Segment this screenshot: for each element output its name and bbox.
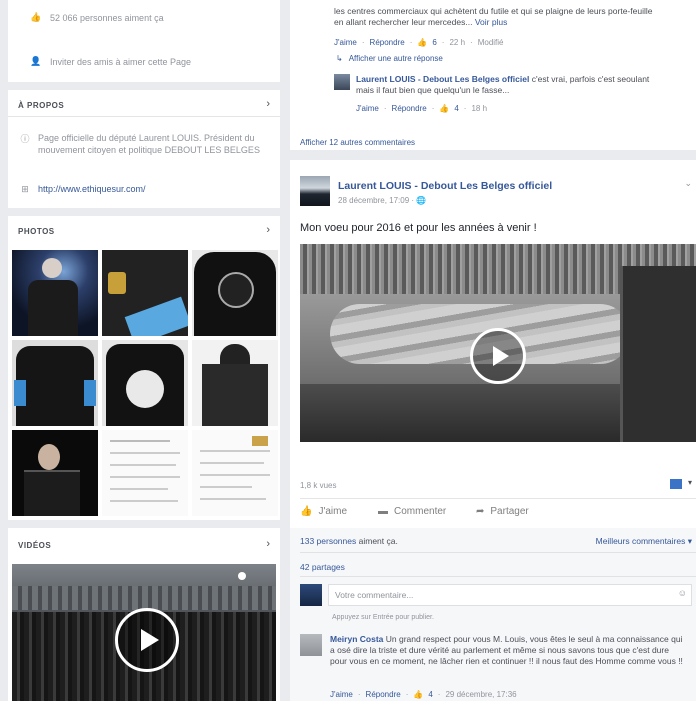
comment-thread-card: les centres commerciaux qui achètent du … bbox=[290, 0, 696, 150]
comment-time: 22 h bbox=[449, 38, 466, 47]
photos-title: PHOTOS bbox=[18, 227, 55, 236]
like-button[interactable]: 👍 J'aime bbox=[300, 506, 347, 517]
like-link[interactable]: J'aime bbox=[356, 104, 379, 113]
commenter-avatar[interactable] bbox=[300, 634, 322, 656]
emoji-icon[interactable]: ☺ bbox=[678, 588, 687, 598]
globe-icon: ⊞ bbox=[21, 184, 29, 194]
thumbs-up-icon: 👍 bbox=[413, 690, 424, 699]
page-likes-card: 👍 52 066 personnes aiment ça 👤 Inviter d… bbox=[8, 0, 280, 82]
sort-comments-dropdown[interactable]: Meilleurs commentaires ▾ bbox=[596, 536, 692, 547]
info-icon: ⓘ bbox=[20, 134, 30, 144]
reply-time: 18 h bbox=[471, 104, 488, 113]
comment-snippet: les centres commerciaux qui achètent du … bbox=[334, 6, 653, 27]
reply-avatar[interactable] bbox=[334, 74, 350, 90]
post-author[interactable]: Laurent LOUIS - Debout Les Belges offici… bbox=[338, 180, 552, 192]
caret-down-icon[interactable]: ▾ bbox=[688, 478, 692, 487]
about-description: Page officielle du député Laurent LOUIS.… bbox=[38, 133, 260, 155]
see-more-link[interactable]: Voir plus bbox=[475, 17, 508, 27]
share-arrow-icon: ➦ bbox=[476, 506, 485, 517]
like-count: 6 bbox=[432, 38, 437, 47]
like-link[interactable]: J'aime bbox=[334, 38, 357, 47]
comment-text: Un grand respect pour vous M. Louis, vou… bbox=[330, 634, 683, 666]
video-settings-icon[interactable] bbox=[670, 479, 682, 489]
chevron-right-icon[interactable]: › bbox=[266, 538, 270, 550]
reply-author[interactable]: Laurent LOUIS - Debout Les Belges offici… bbox=[356, 74, 529, 84]
photo-thumbnail[interactable] bbox=[12, 340, 98, 426]
likes-count-text: 52 066 personnes aiment ça bbox=[50, 12, 164, 23]
photo-thumbnail[interactable] bbox=[12, 250, 98, 336]
reply-link[interactable]: Répondre bbox=[370, 38, 405, 47]
post-card: Laurent LOUIS - Debout Les Belges offici… bbox=[290, 160, 696, 701]
post-video[interactable] bbox=[300, 244, 696, 442]
play-icon[interactable] bbox=[115, 608, 179, 672]
comment: Meiryn Costa Un grand respect pour vous … bbox=[330, 634, 686, 667]
more-comments-link[interactable]: Afficher 12 autres commentaires bbox=[300, 138, 415, 147]
reply-comment: Laurent LOUIS - Debout Les Belges offici… bbox=[356, 74, 656, 96]
reply-link[interactable]: Répondre bbox=[392, 104, 427, 113]
website-link[interactable]: http://www.ethiquesur.com/ bbox=[38, 184, 146, 194]
show-reply-link[interactable]: ↳ Afficher une autre réponse bbox=[336, 54, 443, 63]
person-add-icon: 👤 bbox=[30, 56, 42, 66]
post-text: Mon voeu pour 2016 et pour les années à … bbox=[300, 222, 537, 234]
reply-link[interactable]: Répondre bbox=[366, 690, 401, 699]
chevron-right-icon[interactable]: › bbox=[266, 98, 270, 110]
comment-input[interactable]: Votre commentaire... ☺ bbox=[328, 584, 692, 606]
photo-thumbnail[interactable] bbox=[102, 430, 188, 516]
invite-row[interactable]: 👤 Inviter des amis à aimer cette Page bbox=[30, 56, 191, 67]
thumbs-up-icon: 👍 bbox=[439, 104, 450, 113]
videos-title: VIDÉOS bbox=[18, 541, 52, 550]
comment-time: 29 décembre, 17:36 bbox=[445, 690, 517, 699]
like-link[interactable]: J'aime bbox=[330, 690, 353, 699]
post-options-chevron-icon[interactable]: ⌄ bbox=[684, 178, 692, 189]
likes-suffix: aiment ça. bbox=[358, 536, 398, 546]
photos-card: PHOTOS › bbox=[8, 216, 280, 520]
photo-thumbnail[interactable] bbox=[102, 340, 188, 426]
thumbs-up-icon: 👍 bbox=[300, 506, 313, 517]
enter-to-post-hint: Appuyez sur Entrée pour publier. bbox=[332, 614, 434, 621]
videos-card: VIDÉOS › bbox=[8, 528, 280, 701]
comment-actions: J'aime · Répondre · 👍 4 · 29 décembre, 17:3… bbox=[330, 690, 517, 699]
thumbs-up-icon: 👍 bbox=[30, 12, 42, 22]
invite-friends-link[interactable]: Inviter des amis à aimer cette Page bbox=[50, 57, 191, 67]
shares-count[interactable]: 42 partages bbox=[300, 562, 345, 572]
video-views: 1,8 k vues bbox=[300, 481, 337, 490]
reply-arrow-icon: ↳ bbox=[336, 54, 343, 63]
comment-author[interactable]: Meiryn Costa bbox=[330, 634, 383, 644]
public-globe-icon: 🌐 bbox=[416, 196, 427, 205]
chevron-right-icon[interactable]: › bbox=[266, 224, 270, 236]
current-user-avatar bbox=[300, 584, 322, 606]
photo-thumbnail[interactable] bbox=[192, 250, 278, 336]
about-card: À PROPOS › ⓘ Page officielle du député L… bbox=[8, 90, 280, 208]
photo-thumbnail[interactable] bbox=[192, 430, 278, 516]
post-author-avatar[interactable] bbox=[300, 176, 330, 206]
photo-thumbnail[interactable] bbox=[102, 250, 188, 336]
about-title: À PROPOS bbox=[18, 101, 65, 110]
photo-thumbnail[interactable] bbox=[12, 430, 98, 516]
likes-summary: 133 personnes aiment ça. bbox=[300, 536, 398, 546]
likes-count-link[interactable]: 133 personnes bbox=[300, 536, 356, 546]
video-thumbnail[interactable] bbox=[12, 564, 276, 701]
comment-actions: J'aime · Répondre · 👍 6 · 22 h · Modifié bbox=[334, 38, 504, 47]
edited-label: Modifié bbox=[477, 38, 504, 47]
like-count: 4 bbox=[428, 690, 433, 699]
share-button[interactable]: ➦ Partager bbox=[476, 506, 529, 517]
photo-thumbnail[interactable] bbox=[192, 340, 278, 426]
comment-button[interactable]: ▬ Commenter bbox=[378, 506, 446, 517]
reply-actions: J'aime · Répondre · 👍 4 · 18 h bbox=[356, 104, 488, 113]
like-count: 4 bbox=[454, 104, 459, 113]
thumbs-up-icon: 👍 bbox=[417, 38, 428, 47]
comment-bubble-icon: ▬ bbox=[378, 506, 388, 517]
likes-row: 👍 52 066 personnes aiment ça bbox=[30, 12, 164, 23]
post-date: 28 décembre, 17:09 · 🌐 bbox=[338, 196, 427, 205]
play-icon[interactable] bbox=[470, 328, 526, 384]
